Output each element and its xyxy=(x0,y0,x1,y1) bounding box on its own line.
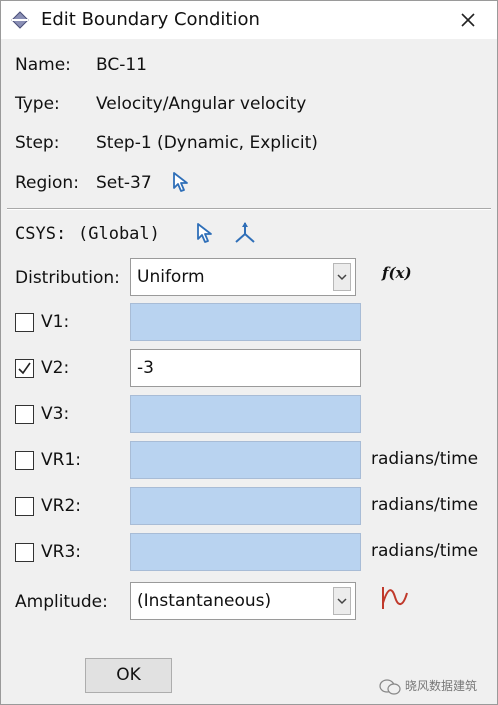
component-value-field[interactable] xyxy=(130,303,361,341)
distribution-label: Distribution: xyxy=(15,268,120,288)
csys-axes-icon[interactable] xyxy=(233,221,257,245)
csys-value: (Global) xyxy=(78,224,160,244)
section-divider xyxy=(7,208,491,210)
csys-label: CSYS: xyxy=(15,224,67,244)
distribution-selected: Uniform xyxy=(137,267,205,287)
component-checkbox[interactable] xyxy=(15,543,34,562)
component-checkbox[interactable] xyxy=(15,451,34,470)
checkmark-icon xyxy=(18,362,31,375)
component-value-field[interactable] xyxy=(130,533,361,571)
select-arrow-icon[interactable] xyxy=(171,171,191,193)
close-icon xyxy=(461,13,475,27)
name-value: BC-11 xyxy=(96,55,147,75)
amplitude-selected: (Instantaneous) xyxy=(137,591,272,611)
amplitude-wave-icon[interactable] xyxy=(379,585,409,611)
component-label: VR1: xyxy=(41,450,81,470)
dropdown-button[interactable] xyxy=(333,263,351,291)
chevron-down-icon xyxy=(337,598,347,605)
component-unit: radians/time xyxy=(371,541,479,561)
component-unit: radians/time xyxy=(371,449,479,469)
type-label: Type: xyxy=(15,94,60,114)
region-value: Set-37 xyxy=(96,173,152,193)
edit-boundary-condition-dialog: Edit Boundary Condition Name: BC-11 Type… xyxy=(0,0,498,705)
component-checkbox[interactable] xyxy=(15,405,34,424)
fx-expression-icon[interactable]: f(x) xyxy=(382,264,412,282)
amplitude-select[interactable]: (Instantaneous) xyxy=(130,582,356,620)
watermark: 晓风数据建筑 xyxy=(379,676,477,696)
type-value: Velocity/Angular velocity xyxy=(96,94,307,114)
component-label: VR2: xyxy=(41,496,81,516)
chevron-down-icon xyxy=(337,274,347,281)
component-value-field[interactable] xyxy=(130,395,361,433)
component-label: V2: xyxy=(41,358,70,378)
component-checkbox[interactable] xyxy=(15,359,34,378)
title-bar: Edit Boundary Condition xyxy=(1,1,497,39)
distribution-select[interactable]: Uniform xyxy=(130,258,356,296)
component-value-field[interactable] xyxy=(130,487,361,525)
dialog-title: Edit Boundary Condition xyxy=(41,9,260,30)
ok-button[interactable]: OK xyxy=(85,658,172,693)
region-label: Region: xyxy=(15,173,79,193)
name-label: Name: xyxy=(15,55,71,75)
amplitude-label: Amplitude: xyxy=(15,592,108,612)
component-value-field[interactable] xyxy=(130,441,361,479)
component-checkbox[interactable] xyxy=(15,497,34,516)
close-button[interactable] xyxy=(455,7,481,33)
component-unit: radians/time xyxy=(371,495,479,515)
watermark-text: 晓风数据建筑 xyxy=(405,679,478,693)
component-label: VR3: xyxy=(41,542,81,562)
dropdown-button[interactable] xyxy=(333,587,351,615)
abaqus-diamond-icon xyxy=(11,11,29,29)
step-value: Step-1 (Dynamic, Explicit) xyxy=(96,133,318,153)
step-label: Step: xyxy=(15,133,60,153)
component-value-field[interactable]: -3 xyxy=(130,349,361,387)
select-arrow-icon[interactable] xyxy=(195,222,215,244)
component-value: -3 xyxy=(137,358,154,378)
chat-bubble-icon xyxy=(379,678,401,695)
component-checkbox[interactable] xyxy=(15,313,34,332)
component-label: V3: xyxy=(41,404,70,424)
component-label: V1: xyxy=(41,312,70,332)
